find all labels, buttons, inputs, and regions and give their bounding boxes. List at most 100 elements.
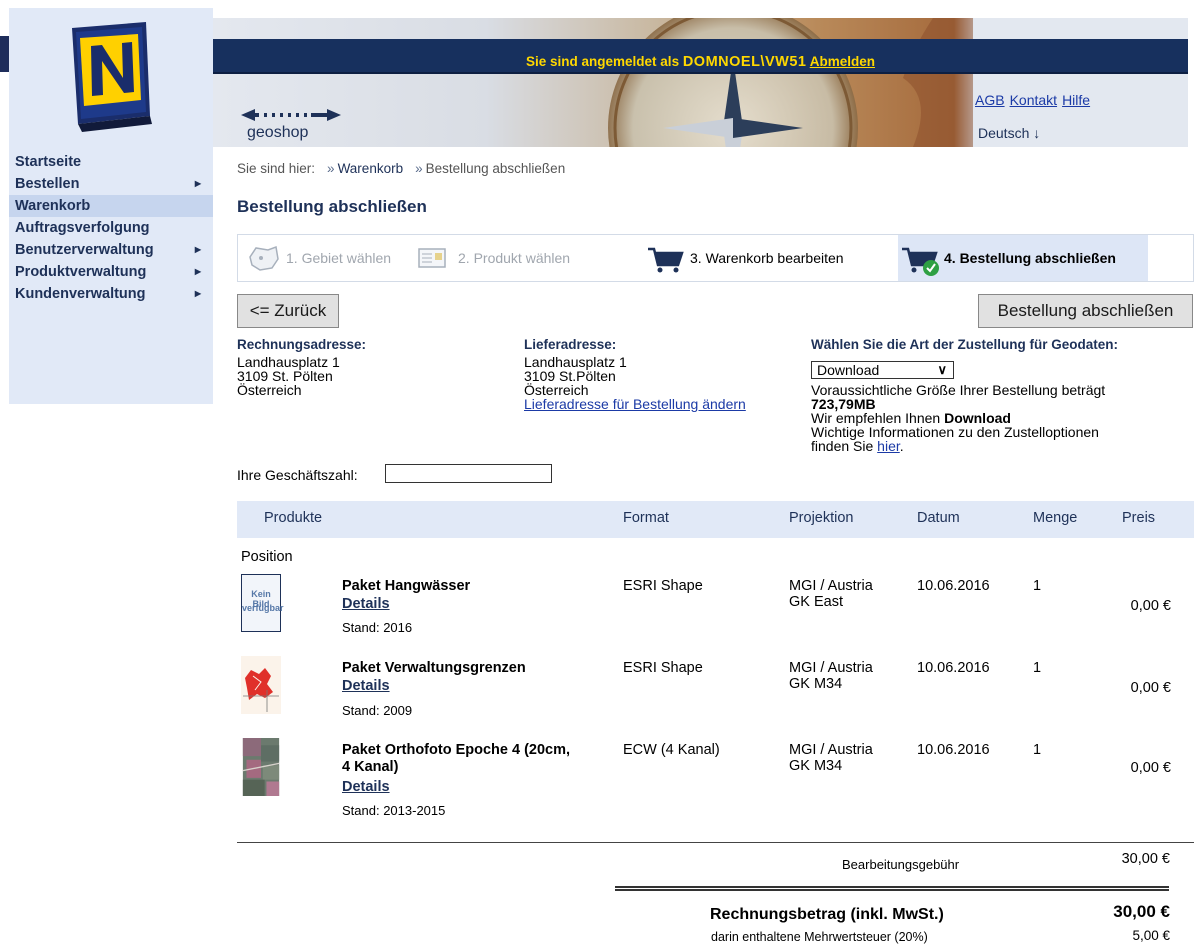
product-format: ESRI Shape bbox=[623, 660, 703, 676]
product-price: 0,00 € bbox=[1130, 760, 1171, 776]
breadcrumb: Sie sind hier:» Warenkorb» Bestellung absc… bbox=[237, 161, 566, 176]
product-qty: 1 bbox=[1033, 660, 1042, 676]
page-title: Bestellung abschließen bbox=[237, 197, 427, 216]
step-area: 1. Gebiet wählen bbox=[246, 235, 416, 281]
product-details-link[interactable]: Details bbox=[342, 678, 390, 694]
header-links: AGB Kontakt Hilfe bbox=[975, 92, 1095, 108]
col-date: Datum bbox=[917, 510, 960, 526]
product-stand: Stand: 2016 bbox=[342, 620, 413, 635]
geoshop-logo[interactable]: geoshop bbox=[241, 106, 381, 142]
delivery-line-3: Österreich bbox=[524, 382, 589, 398]
breadcrumb-warenkorb[interactable]: Warenkorb bbox=[338, 161, 404, 176]
boundaries-map-thumbnail bbox=[241, 656, 281, 714]
submenu-arrow-icon: ▶ bbox=[194, 245, 201, 254]
header-bar-edge bbox=[0, 36, 9, 72]
product-date: 10.06.2016 bbox=[917, 578, 990, 594]
step-cart[interactable]: 3. Warenkorb bearbeiten bbox=[646, 235, 886, 281]
product-projection-2: GK M34 bbox=[789, 676, 843, 692]
billing-line-2: 3109 St. Pölten bbox=[237, 368, 333, 384]
product-projection-1: MGI / Austria bbox=[789, 742, 873, 758]
submenu-arrow-icon: ▶ bbox=[194, 289, 201, 298]
sidebar-item-produktverwaltung[interactable]: Produktverwaltung ▶ bbox=[9, 261, 213, 283]
cart-check-icon bbox=[902, 247, 939, 276]
product-price: 0,00 € bbox=[1130, 598, 1171, 614]
fee-label: Bearbeitungsgebühr bbox=[842, 857, 960, 872]
agb-link[interactable]: AGB bbox=[975, 92, 1005, 108]
checkout-steps: 1. Gebiet wählen 2. Produkt wählen 3. Wa… bbox=[237, 234, 1194, 282]
product-details-link[interactable]: Details bbox=[342, 779, 390, 795]
product-stand: Stand: 2009 bbox=[342, 703, 413, 718]
order-size-text: Voraussichtliche Größe Ihrer Bestellung … bbox=[811, 382, 1106, 398]
product-details-link[interactable]: Details bbox=[342, 596, 390, 612]
total-value: 30,00 € bbox=[1113, 902, 1170, 921]
language-selector[interactable]: Deutsch ↓ bbox=[978, 125, 1040, 141]
logout-link[interactable]: Abmelden bbox=[810, 54, 875, 69]
noe-logo-icon[interactable] bbox=[66, 20, 154, 132]
sidebar-item-startseite[interactable]: Startseite bbox=[9, 151, 213, 173]
divider bbox=[237, 842, 1194, 843]
billing-heading: Rechnungsadresse: bbox=[237, 337, 367, 352]
recommendation-text: Wir empfehlen Ihnen Download bbox=[811, 410, 1011, 426]
product-qty: 1 bbox=[1033, 578, 1042, 594]
product-projection-2: GK East bbox=[789, 594, 843, 610]
delivery-line-1: Landhausplatz 1 bbox=[524, 354, 627, 370]
shopping-cart-icon bbox=[648, 247, 684, 273]
shipping-info-link[interactable]: hier bbox=[877, 438, 900, 454]
total-divider bbox=[615, 886, 1169, 891]
shipping-method-select[interactable]: Download ∨ bbox=[811, 361, 954, 379]
product-name: Paket Verwaltungsgrenzen bbox=[342, 660, 526, 676]
submenu-arrow-icon: ▶ bbox=[194, 267, 201, 276]
back-button[interactable]: <= Zurück bbox=[237, 294, 339, 328]
sidebar-item-warenkorb[interactable]: Warenkorb bbox=[9, 195, 213, 217]
fee-value: 30,00 € bbox=[1121, 851, 1170, 867]
shipping-info-text: Wichtige Informationen zu den Zustellopt… bbox=[811, 424, 1099, 440]
svg-text:geoshop: geoshop bbox=[247, 124, 308, 141]
finish-order-button[interactable]: Bestellung abschließen bbox=[978, 294, 1193, 328]
sidebar-item-auftragsverfolgung[interactable]: Auftragsverfolgung bbox=[9, 217, 213, 239]
vat-value: 5,00 € bbox=[1132, 928, 1170, 943]
sidebar-nav: Startseite Bestellen ▶ Warenkorb Auftrags… bbox=[9, 151, 213, 305]
product-projection-2: GK M34 bbox=[789, 758, 843, 774]
shipping-heading: Wählen Sie die Art der Zustellung für Ge… bbox=[811, 337, 1119, 352]
orthophoto-thumbnail bbox=[242, 738, 280, 796]
kontakt-link[interactable]: Kontakt bbox=[1010, 92, 1057, 108]
breadcrumb-prefix: Sie sind hier: bbox=[237, 161, 316, 176]
product-stand: Stand: 2013-2015 bbox=[342, 803, 446, 818]
sidebar-item-bestellen[interactable]: Bestellen ▶ bbox=[9, 173, 213, 195]
step-product: 2. Produkt wählen bbox=[416, 235, 616, 281]
sidebar-item-benutzerverwaltung[interactable]: Benutzerverwaltung ▶ bbox=[9, 239, 213, 261]
position-label: Position bbox=[241, 549, 293, 565]
login-status: Sie sind angemeldet als DOMNOEL\VW51 Abm… bbox=[526, 54, 875, 70]
change-delivery-address-link[interactable]: Lieferadresse für Bestellung ändern bbox=[524, 397, 746, 411]
col-format: Format bbox=[623, 510, 669, 526]
product-projection-1: MGI / Austria bbox=[789, 660, 873, 676]
shipping-info-line2: finden Sie hier. bbox=[811, 438, 904, 454]
product-format: ECW (4 Kanal) bbox=[623, 742, 720, 758]
vat-label: darin enthaltene Mehrwertsteuer (20%) bbox=[711, 930, 928, 944]
product-price: 0,00 € bbox=[1130, 680, 1171, 696]
col-projection: Projektion bbox=[789, 510, 854, 526]
sidebar-item-kundenverwaltung[interactable]: Kundenverwaltung ▶ bbox=[9, 283, 213, 305]
chevron-down-icon: ∨ bbox=[937, 362, 947, 377]
map-area-icon bbox=[249, 245, 279, 271]
product-projection-1: MGI / Austria bbox=[789, 578, 873, 594]
username: DOMNOEL\VW51 bbox=[682, 54, 807, 70]
col-products: Produkte bbox=[264, 510, 323, 526]
submenu-arrow-icon: ▶ bbox=[194, 179, 201, 188]
total-label: Rechnungsbetrag (inkl. MwSt.) bbox=[710, 906, 944, 923]
product-list-icon bbox=[418, 248, 446, 268]
header-banner: Sie sind angemeldet als DOMNOEL\VW51 Abm… bbox=[213, 18, 1188, 147]
billing-line-3: Österreich bbox=[237, 382, 302, 398]
hilfe-link[interactable]: Hilfe bbox=[1062, 92, 1090, 108]
delivery-line-2: 3109 St.Pölten bbox=[524, 368, 616, 384]
product-name: Paket Orthofoto Epoche 4 (20cm, 4 Kanal) bbox=[342, 742, 571, 775]
product-name: Paket Hangwässer bbox=[342, 578, 471, 594]
billing-line-1: Landhausplatz 1 bbox=[237, 354, 340, 370]
product-qty: 1 bbox=[1033, 742, 1042, 758]
product-format: ESRI Shape bbox=[623, 578, 703, 594]
business-number-input[interactable] bbox=[385, 464, 552, 483]
breadcrumb-current: Bestellung abschließen bbox=[425, 161, 566, 176]
no-image-thumbnail: Kein Bild verfügbar bbox=[241, 574, 284, 632]
product-date: 10.06.2016 bbox=[917, 660, 990, 676]
step-finish: 4. Bestellung abschließen bbox=[898, 235, 1148, 281]
